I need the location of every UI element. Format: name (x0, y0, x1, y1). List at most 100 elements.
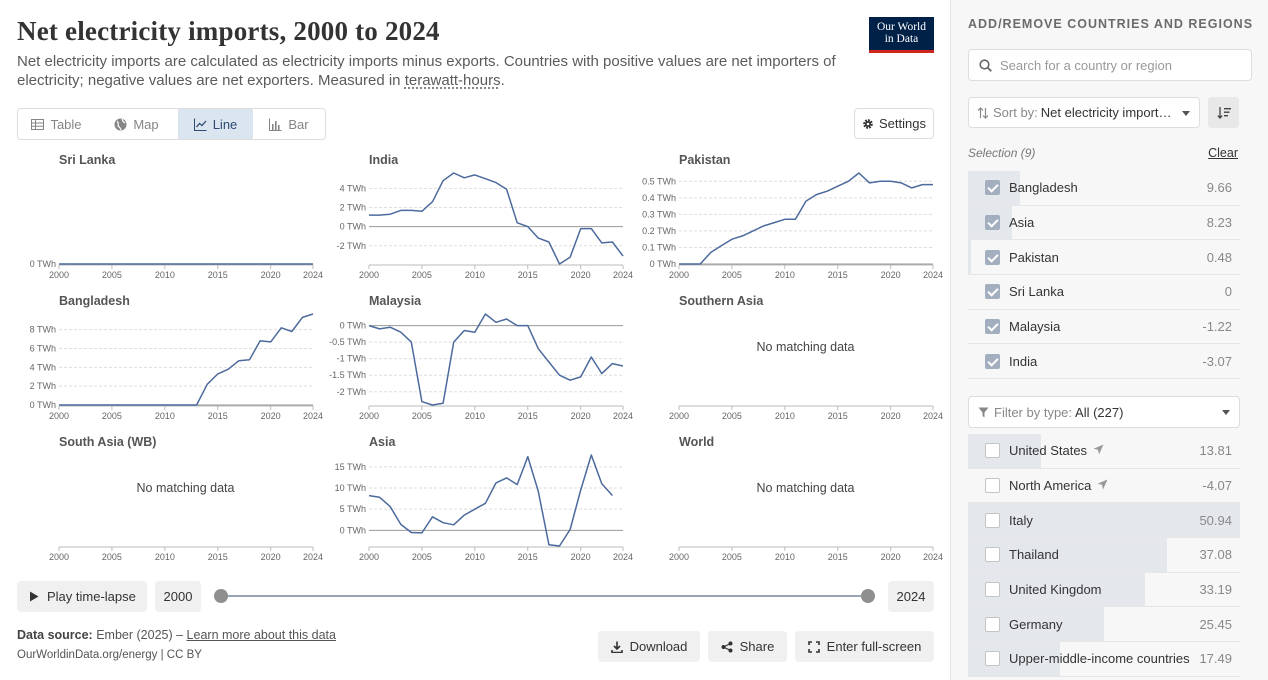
checkbox[interactable] (985, 478, 1000, 494)
checkbox[interactable] (985, 616, 1000, 632)
chart-panel-south-asia-wb[interactable]: South Asia (WB) 2000 2005 2010 2015 2020 2024 N… (17, 435, 327, 576)
timeline-end-year[interactable]: 2024 (888, 581, 934, 612)
x-tick-label: 2024 (613, 411, 633, 421)
tab-map[interactable]: Map (95, 109, 178, 139)
play-timelapse-button[interactable]: Play time-lapse (17, 581, 147, 612)
x-tick-label: 2000 (359, 270, 379, 280)
chart-panel-sri-lanka[interactable]: Sri Lanka 2000 2005 2010 2015 2020 2024 0 TWh (17, 153, 327, 294)
y-tick-label: 0 TWh (650, 259, 676, 269)
table-icon (31, 118, 45, 130)
chart-panel-southern-asia[interactable]: Southern Asia 2000 2005 2010 2015 2020 2024 No … (637, 294, 947, 435)
panel-svg-india: 2000 2005 2010 2015 2020 2024 -2 TWh 0 TWh 2 TWh… (337, 172, 633, 280)
checkbox[interactable] (985, 582, 1000, 598)
sort-descending-icon (1216, 107, 1231, 119)
list-item[interactable]: Asia 8.23 (968, 205, 1240, 241)
download-button[interactable]: Download (598, 631, 700, 662)
search-input[interactable]: Search for a country or region (968, 49, 1252, 81)
x-tick-label: 2000 (669, 552, 689, 562)
x-tick-label: 2020 (571, 552, 591, 562)
item-name: Malaysia (1009, 319, 1061, 335)
sort-order-button[interactable] (1208, 97, 1239, 128)
share-button[interactable]: Share (708, 631, 787, 662)
tab-map-label: Map (133, 116, 159, 132)
clear-selection-button[interactable]: Clear (1208, 146, 1238, 160)
checkbox[interactable] (985, 547, 1000, 563)
y-tick: 4 TWh (340, 183, 623, 193)
checkbox[interactable] (985, 249, 1000, 265)
tab-table-label: Table (50, 116, 82, 132)
chart-panel-india[interactable]: India 2000 2005 2010 2015 2020 2024 -2 TWh 0 TWh… (327, 153, 637, 294)
chart-panel-bangladesh[interactable]: Bangladesh 2000 2005 2010 2015 2020 2024 0 TWh 2… (17, 294, 327, 435)
filter-icon (978, 407, 989, 417)
x-tick: 2015 (208, 547, 228, 562)
item-name: United Kingdom (1009, 582, 1102, 598)
timeline-end-handle[interactable] (861, 589, 875, 603)
sort-select[interactable]: Sort by: Net electricity import… (968, 97, 1200, 128)
item-value: -3.07 (1202, 353, 1232, 369)
x-tick: 2015 (518, 265, 538, 280)
fullscreen-button[interactable]: Enter full-screen (795, 631, 934, 662)
item-value: 13.81 (1199, 443, 1232, 459)
y-tick: 8 TWh (30, 325, 313, 335)
no-data-message: No matching data (136, 481, 235, 495)
timeline-start-year[interactable]: 2000 (155, 581, 201, 612)
checkbox[interactable] (985, 180, 1000, 196)
tab-table[interactable]: Table (18, 109, 95, 139)
checkbox[interactable] (985, 512, 1000, 528)
x-tick: 2000 (49, 547, 69, 562)
list-item[interactable]: Thailand 37.08 (968, 538, 1240, 573)
x-tick: 2024 (923, 547, 943, 562)
list-item[interactable]: North America -4.07 (968, 469, 1240, 504)
y-tick-label: 10 TWh (335, 483, 366, 493)
chart-panel-asia[interactable]: Asia 2000 2005 2010 2015 2020 2024 0 TWh 5 TWh 10… (327, 435, 637, 576)
list-item[interactable]: Malaysia -1.22 (968, 310, 1240, 345)
checkbox[interactable] (985, 284, 1000, 300)
x-tick: 2024 (613, 547, 633, 562)
list-item[interactable]: Bangladesh 9.66 (968, 171, 1240, 206)
y-tick: -1.5 TWh (329, 370, 623, 380)
checkbox[interactable] (985, 651, 1000, 667)
x-tick-label: 2000 (359, 552, 379, 562)
tab-line[interactable]: Line (178, 109, 253, 139)
list-item[interactable]: Italy 50.94 (968, 503, 1240, 539)
list-item[interactable]: Germany 25.45 (968, 607, 1240, 643)
list-item[interactable]: Sri Lanka 0 (968, 275, 1240, 310)
x-tick-label: 2010 (775, 270, 795, 280)
x-tick: 2010 (155, 406, 175, 421)
panel-svg-malaysia: 2000 2005 2010 2015 2020 2024 -2 TWh -1.5 TWh -1… (329, 313, 633, 421)
learn-more-link[interactable]: Learn more about this data (187, 628, 336, 642)
chart-panel-pakistan[interactable]: Pakistan 2000 2005 2010 2015 2020 2024 0 TWh 0.1… (637, 153, 947, 294)
checkbox[interactable] (985, 319, 1000, 335)
owid-logo[interactable]: Our World in Data (869, 17, 934, 53)
checkbox[interactable] (985, 353, 1000, 369)
line-chart-icon (193, 118, 207, 131)
list-item[interactable]: United Kingdom 33.19 (968, 572, 1240, 608)
timeline-start-handle[interactable] (214, 589, 228, 603)
x-tick-label: 2010 (465, 270, 485, 280)
x-tick-label: 2024 (923, 270, 943, 280)
play-label: Play time-lapse (47, 589, 136, 604)
unit-link[interactable]: terawatt-hours (405, 72, 501, 89)
y-tick-label: 0.4 TWh (642, 193, 676, 203)
settings-button[interactable]: Settings (854, 108, 934, 139)
list-item[interactable]: India -3.07 (968, 344, 1240, 380)
chart-panel-world[interactable]: World 2000 2005 2010 2015 2020 2024 No matching… (637, 435, 947, 576)
source-url: OurWorldinData.org/energy | CC BY (17, 649, 202, 661)
list-item[interactable]: Upper-middle-income countries 17.49 (968, 642, 1240, 677)
y-tick-label: 0.5 TWh (642, 176, 676, 186)
y-tick-label: 0 TWh (30, 400, 56, 410)
checkbox[interactable] (985, 215, 1000, 231)
timeline-track[interactable] (221, 595, 868, 597)
panel-svg-southern-asia: 2000 2005 2010 2015 2020 2024 (669, 405, 943, 421)
x-tick-label: 2015 (208, 411, 228, 421)
chart-panel-malaysia[interactable]: Malaysia 2000 2005 2010 2015 2020 2024 -2 TWh -1… (327, 294, 637, 435)
x-tick: 2010 (155, 547, 175, 562)
checkbox[interactable] (985, 443, 1000, 459)
y-tick-label: -2 TWh (337, 241, 366, 251)
list-item[interactable]: Pakistan 0.48 (968, 240, 1240, 276)
list-item[interactable]: United States 13.81 (968, 434, 1240, 469)
filter-type-select[interactable]: Filter by type: All (227) (968, 396, 1240, 428)
tab-bar[interactable]: Bar (253, 109, 325, 139)
x-tick-label: 2020 (261, 270, 281, 280)
y-tick-label: 0 TWh (340, 222, 366, 232)
